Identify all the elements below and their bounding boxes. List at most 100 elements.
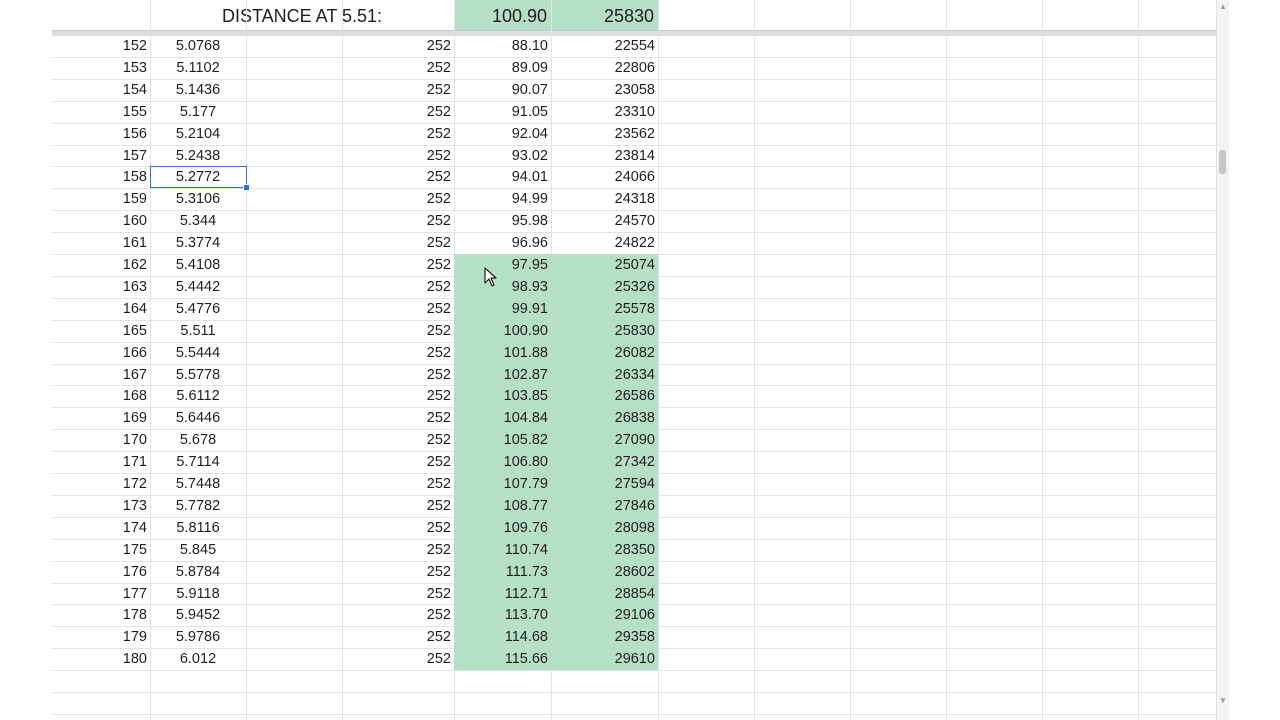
constant-cell[interactable]: 252	[342, 540, 451, 561]
distance-cell[interactable]: 108.77	[454, 496, 548, 517]
distance-cell[interactable]: 115.66	[454, 649, 548, 670]
value-cell[interactable]: 5.845	[150, 540, 246, 561]
total-cell[interactable]: 26586	[551, 386, 655, 407]
constant-cell[interactable]: 252	[342, 321, 451, 342]
total-cell[interactable]: 26082	[551, 343, 655, 364]
selected-cell-outline[interactable]	[150, 166, 247, 188]
value-cell[interactable]: 5.3106	[150, 189, 246, 210]
total-cell[interactable]: 23310	[551, 102, 655, 123]
value-cell[interactable]: 5.9118	[150, 584, 246, 605]
distance-cell[interactable]: 103.85	[454, 386, 548, 407]
row-number-cell[interactable]: 164	[52, 299, 147, 320]
distance-cell[interactable]: 102.87	[454, 365, 548, 386]
distance-cell[interactable]: 96.96	[454, 233, 548, 254]
constant-cell[interactable]: 252	[342, 430, 451, 451]
row-number-cell[interactable]: 174	[52, 518, 147, 539]
total-cell[interactable]: 27342	[551, 452, 655, 473]
total-cell[interactable]: 28098	[551, 518, 655, 539]
distance-cell[interactable]: 112.71	[454, 584, 548, 605]
value-cell[interactable]: 5.344	[150, 211, 246, 232]
row-number-cell[interactable]: 163	[52, 277, 147, 298]
total-cell[interactable]: 23814	[551, 146, 655, 167]
distance-cell[interactable]: 106.80	[454, 452, 548, 473]
row-number-cell[interactable]: 165	[52, 321, 147, 342]
total-cell[interactable]: 25326	[551, 277, 655, 298]
constant-cell[interactable]: 252	[342, 605, 451, 626]
row-number-cell[interactable]: 170	[52, 430, 147, 451]
value-cell[interactable]: 5.1102	[150, 58, 246, 79]
scroll-thumb[interactable]	[1219, 150, 1226, 174]
value-cell[interactable]: 5.6446	[150, 408, 246, 429]
value-cell[interactable]: 5.678	[150, 430, 246, 451]
distance-cell[interactable]: 90.07	[454, 80, 548, 101]
value-cell[interactable]: 5.9786	[150, 627, 246, 648]
distance-cell[interactable]: 91.05	[454, 102, 548, 123]
constant-cell[interactable]: 252	[342, 365, 451, 386]
distance-cell[interactable]: 89.09	[454, 58, 548, 79]
total-cell[interactable]: 26838	[551, 408, 655, 429]
value-cell[interactable]: 5.8116	[150, 518, 246, 539]
row-number-cell[interactable]: 160	[52, 211, 147, 232]
value-cell[interactable]: 5.177	[150, 102, 246, 123]
value-cell[interactable]: 5.511	[150, 321, 246, 342]
value-cell[interactable]: 5.2104	[150, 124, 246, 145]
row-number-cell[interactable]: 166	[52, 343, 147, 364]
value-cell[interactable]: 5.4776	[150, 299, 246, 320]
total-cell[interactable]: 22806	[551, 58, 655, 79]
distance-cell[interactable]: 107.79	[454, 474, 548, 495]
total-cell[interactable]: 28854	[551, 584, 655, 605]
distance-cell[interactable]: 93.02	[454, 146, 548, 167]
constant-cell[interactable]: 252	[342, 124, 451, 145]
value-cell[interactable]: 5.8784	[150, 562, 246, 583]
total-cell[interactable]: 22554	[551, 36, 655, 57]
total-value-cell[interactable]: 25830	[551, 3, 654, 30]
constant-cell[interactable]: 252	[342, 518, 451, 539]
total-cell[interactable]: 28602	[551, 562, 655, 583]
row-number-cell[interactable]: 153	[52, 58, 147, 79]
constant-cell[interactable]: 252	[342, 211, 451, 232]
total-cell[interactable]: 28350	[551, 540, 655, 561]
constant-cell[interactable]: 252	[342, 386, 451, 407]
constant-cell[interactable]: 252	[342, 584, 451, 605]
scroll-up-arrow-icon[interactable]: ▲	[1218, 2, 1228, 12]
row-number-cell[interactable]: 179	[52, 627, 147, 648]
row-number-cell[interactable]: 176	[52, 562, 147, 583]
value-cell[interactable]: 5.7782	[150, 496, 246, 517]
total-cell[interactable]: 24570	[551, 211, 655, 232]
row-number-cell[interactable]: 178	[52, 605, 147, 626]
distance-cell[interactable]: 113.70	[454, 605, 548, 626]
spreadsheet-grid[interactable]: DISTANCE AT 5.51: 100.90 25830 152 5.0768…	[52, 0, 1220, 720]
distance-cell[interactable]: 94.01	[454, 167, 548, 188]
row-number-cell[interactable]: 172	[52, 474, 147, 495]
distance-cell[interactable]: 104.84	[454, 408, 548, 429]
fill-handle[interactable]	[243, 184, 250, 191]
row-number-cell[interactable]: 162	[52, 255, 147, 276]
distance-cell[interactable]: 99.91	[454, 299, 548, 320]
row-number-cell[interactable]: 175	[52, 540, 147, 561]
constant-cell[interactable]: 252	[342, 649, 451, 670]
row-number-cell[interactable]: 156	[52, 124, 147, 145]
total-cell[interactable]: 25830	[551, 321, 655, 342]
row-number-cell[interactable]: 161	[52, 233, 147, 254]
constant-cell[interactable]: 252	[342, 299, 451, 320]
distance-cell[interactable]: 97.95	[454, 255, 548, 276]
total-cell[interactable]: 27594	[551, 474, 655, 495]
value-cell[interactable]: 5.3774	[150, 233, 246, 254]
row-number-cell[interactable]: 157	[52, 146, 147, 167]
value-cell[interactable]: 6.012	[150, 649, 246, 670]
value-cell[interactable]: 5.7448	[150, 474, 246, 495]
row-number-cell[interactable]: 154	[52, 80, 147, 101]
distance-cell[interactable]: 101.88	[454, 343, 548, 364]
value-cell[interactable]: 5.1436	[150, 80, 246, 101]
row-number-cell[interactable]: 168	[52, 386, 147, 407]
constant-cell[interactable]: 252	[342, 562, 451, 583]
total-cell[interactable]: 24822	[551, 233, 655, 254]
distance-cell[interactable]: 98.93	[454, 277, 548, 298]
scroll-down-arrow-icon[interactable]: ▼	[1218, 696, 1228, 706]
distance-cell[interactable]: 92.04	[454, 124, 548, 145]
constant-cell[interactable]: 252	[342, 167, 451, 188]
row-number-cell[interactable]: 159	[52, 189, 147, 210]
distance-cell[interactable]: 105.82	[454, 430, 548, 451]
constant-cell[interactable]: 252	[342, 343, 451, 364]
row-number-cell[interactable]: 167	[52, 365, 147, 386]
